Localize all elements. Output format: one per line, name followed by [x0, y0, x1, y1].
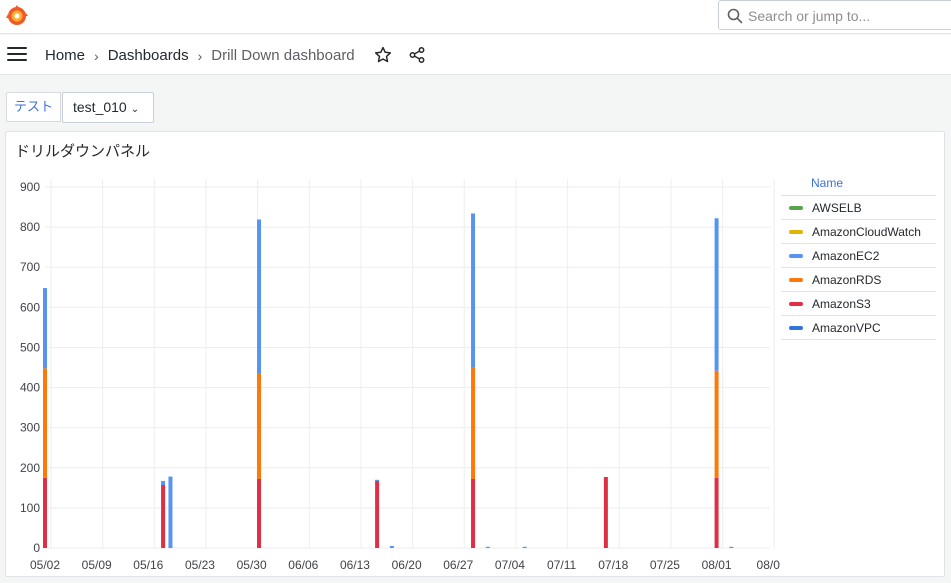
breadcrumb-home[interactable]: Home [45, 47, 85, 64]
bar-AmazonS3[interactable] [375, 481, 380, 548]
bar-AmazonEC2[interactable] [375, 479, 380, 482]
x-tick-label: 06/27 [443, 558, 473, 572]
legend: Name AWSELB AmazonCloudWatch AmazonEC2 Amaz… [781, 172, 936, 340]
y-tick-label: 300 [20, 421, 40, 435]
legend-label: AmazonRDS [812, 272, 882, 287]
bar-AmazonEC2[interactable] [714, 218, 719, 371]
nav-bar: Home › Dashboards › Drill Down dashboard [0, 35, 951, 75]
y-tick-label: 200 [20, 461, 40, 475]
bar-AmazonS3[interactable] [161, 485, 166, 548]
variable-select[interactable]: test_010 ⌄ [62, 92, 154, 123]
bar-AmazonEC2[interactable] [485, 546, 490, 548]
breadcrumb-dashboards[interactable]: Dashboards [108, 47, 189, 64]
legend-swatch [789, 277, 803, 282]
bar-AmazonS3[interactable] [471, 479, 476, 548]
y-tick-label: 900 [20, 180, 40, 194]
bar-AmazonEC2[interactable] [471, 213, 476, 368]
search-input[interactable]: Search or jump to... [718, 0, 951, 30]
legend-swatch [789, 229, 803, 234]
chevron-right-icon: › [197, 47, 203, 64]
bar-AmazonEC2[interactable] [389, 545, 394, 548]
bar-AmazonEC2[interactable] [43, 288, 47, 369]
legend-swatch [789, 301, 803, 306]
x-tick-label: 05/02 [30, 558, 60, 572]
bar-AmazonRDS[interactable] [471, 367, 476, 480]
bar-AmazonRDS[interactable] [257, 373, 262, 480]
x-tick-label: 06/20 [392, 558, 422, 572]
top-bar: Search or jump to... [0, 0, 951, 34]
share-icon[interactable] [408, 46, 426, 64]
bar-AmazonEC2[interactable] [729, 546, 734, 548]
variable-value: test_010 [73, 99, 127, 115]
x-tick-label: 07/25 [650, 558, 680, 572]
search-icon [727, 8, 743, 24]
y-tick-label: 0 [33, 541, 40, 555]
grafana-logo-icon[interactable] [5, 4, 29, 28]
legend-item[interactable]: AmazonVPC [781, 316, 936, 340]
bar-AmazonEC2[interactable] [168, 476, 173, 548]
legend-label: AmazonVPC [812, 320, 881, 335]
x-tick-label: 05/16 [133, 558, 163, 572]
legend-item[interactable]: AmazonS3 [781, 292, 936, 316]
bar-AmazonS3[interactable] [603, 477, 608, 548]
legend-label: AmazonS3 [812, 296, 871, 311]
bar-AmazonEC2[interactable] [522, 546, 527, 548]
y-tick-label: 800 [20, 220, 40, 234]
x-tick-label: 05/23 [185, 558, 215, 572]
legend-swatch [789, 253, 803, 258]
x-tick-label: 07/04 [495, 558, 525, 572]
legend-item[interactable]: AWSELB [781, 196, 936, 220]
y-tick-label: 100 [20, 501, 40, 515]
legend-item[interactable]: AmazonCloudWatch [781, 220, 936, 244]
breadcrumb: Home › Dashboards › Drill Down dashboard [45, 47, 355, 64]
y-tick-label: 700 [20, 260, 40, 274]
x-tick-label: 06/13 [340, 558, 370, 572]
star-icon[interactable] [374, 46, 392, 64]
chevron-down-icon: ⌄ [130, 104, 140, 115]
bar-AmazonS3[interactable] [714, 477, 719, 548]
variable-label: テスト [6, 92, 62, 122]
bar-AmazonS3[interactable] [43, 477, 47, 548]
y-tick-label: 600 [20, 300, 40, 314]
bar-AmazonS3[interactable] [257, 479, 262, 548]
x-axis: 05/02 05/09 05/16 05/23 05/30 06/06 06/13 06/20… [30, 558, 780, 572]
breadcrumb-current: Drill Down dashboard [211, 47, 355, 64]
legend-swatch [789, 205, 803, 210]
y-tick-label: 400 [20, 381, 40, 395]
x-tick-label: 07/11 [547, 558, 576, 572]
bar-chart: 0100200300400500600700800900 05/02 05/09 0… [20, 179, 780, 572]
x-tick-label: 08/0 [757, 558, 781, 572]
chevron-right-icon: › [94, 47, 99, 64]
bar-AmazonEC2[interactable] [257, 219, 262, 374]
y-axis: 0 100 200 300 400 500 600 700 800 900 [20, 180, 40, 555]
legend-item[interactable]: AmazonEC2 [781, 244, 936, 268]
x-tick-label: 07/18 [598, 558, 628, 572]
y-tick-label: 500 [20, 340, 40, 354]
legend-label: AmazonCloudWatch [812, 224, 921, 239]
bar-AmazonEC2[interactable] [161, 481, 166, 486]
legend-label: AWSELB [812, 200, 862, 215]
legend-header[interactable]: Name [781, 172, 936, 196]
x-tick-label: 05/09 [82, 558, 112, 572]
bar-AmazonRDS[interactable] [714, 370, 719, 478]
x-tick-label: 05/30 [237, 558, 267, 572]
legend-item[interactable]: AmazonRDS [781, 268, 936, 292]
legend-label: AmazonEC2 [812, 248, 880, 263]
search-placeholder: Search or jump to... [748, 8, 871, 24]
menu-icon[interactable] [7, 47, 27, 63]
legend-swatch [789, 325, 803, 330]
bar-AmazonRDS[interactable] [43, 368, 47, 478]
x-tick-label: 06/06 [288, 558, 318, 572]
chart-bars [43, 213, 734, 548]
x-tick-label: 08/01 [702, 558, 732, 572]
chart-grid [45, 179, 775, 549]
